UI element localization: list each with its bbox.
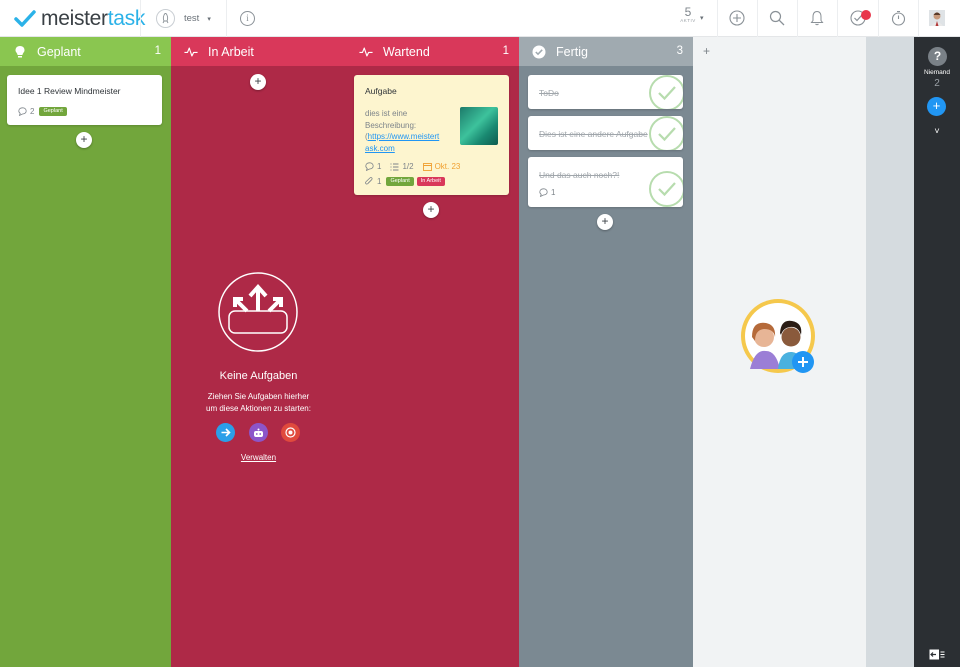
- manage-link[interactable]: Verwalten: [171, 452, 346, 464]
- forward-arrow-icon[interactable]: [216, 423, 235, 442]
- column-count: 3: [676, 45, 683, 57]
- column-wartend: Wartend 1 Aufgabe dies ist eine Beschrei…: [346, 37, 519, 667]
- add-task-button[interactable]: +: [423, 202, 439, 218]
- right-sidebar: ? Niemand 2 + ˅: [914, 37, 960, 667]
- team-illustration: [741, 299, 815, 373]
- comment-icon: [18, 107, 27, 116]
- add-task-button[interactable]: +: [76, 132, 92, 148]
- task-title: Aufgabe: [365, 86, 397, 96]
- caret-down-icon[interactable]: ▾: [700, 14, 704, 22]
- export-arrows-icon: [218, 272, 298, 352]
- caret-down-icon: ▾: [207, 15, 211, 23]
- column-geplant: Geplant 1 Idee 1 Review Mindmeister 2 Ge…: [0, 37, 171, 667]
- tag-geplant: Geplant: [386, 177, 414, 186]
- add-column-button[interactable]: +: [703, 44, 710, 58]
- column-header-geplant[interactable]: Geplant 1: [0, 37, 171, 66]
- search-icon[interactable]: [767, 8, 787, 28]
- info-icon[interactable]: i: [240, 11, 255, 26]
- target-icon[interactable]: [281, 423, 300, 442]
- collapse-sidebar-icon[interactable]: [929, 649, 947, 660]
- top-bar: meistertask test ▾ i 5 AKTIV ▾: [0, 0, 960, 37]
- column-in-arbeit: In Arbeit + Keine Aufgaben Ziehen Sie Au…: [171, 37, 346, 667]
- task-title: Dies ist eine andere Aufgabe: [539, 129, 648, 139]
- task-card[interactable]: ToDo: [528, 75, 683, 109]
- done-check-icon: [649, 116, 683, 150]
- checkmark-logo-icon: [14, 10, 36, 27]
- bell-icon[interactable]: [807, 8, 827, 28]
- column-title: Wartend: [383, 44, 430, 59]
- tag-geplant: Geplant: [39, 107, 67, 116]
- active-users-counter[interactable]: 5 AKTIV: [678, 6, 698, 23]
- done-check-icon: [649, 75, 683, 109]
- due-date: Okt. 23: [434, 162, 461, 171]
- column-header-wartend[interactable]: Wartend 1: [346, 37, 519, 66]
- project-rocket-icon: [156, 9, 175, 28]
- expand-icon[interactable]: ˅: [914, 126, 960, 136]
- check-circle-icon: [532, 45, 546, 59]
- column-count: 1: [502, 45, 509, 57]
- comment-count: 1: [377, 162, 382, 171]
- empty-state-line1: Ziehen Sie Aufgaben hierher: [207, 392, 310, 401]
- avatar[interactable]: [927, 8, 947, 28]
- checklist-icon: [390, 163, 399, 170]
- board-gutter: [866, 37, 914, 667]
- description-link[interactable]: https://www.meistert: [368, 132, 440, 141]
- add-task-button[interactable]: +: [250, 74, 266, 90]
- column-title: Fertig: [556, 44, 588, 59]
- column-title: In Arbeit: [208, 44, 254, 59]
- task-title: Idee 1 Review Mindmeister: [18, 86, 121, 96]
- column-fertig: Fertig 3 ToDo Dies ist eine andere Aufga…: [519, 37, 693, 667]
- add-task-button[interactable]: +: [597, 214, 613, 230]
- task-image-thumbnail[interactable]: [460, 107, 498, 145]
- task-description: dies ist eine Beschreibung: (https://www…: [365, 108, 460, 154]
- task-title: Und das auch noch?!: [539, 170, 620, 180]
- comment-count: 2: [30, 107, 35, 116]
- logo-text: meistertask: [41, 7, 146, 30]
- column-count: 1: [154, 45, 161, 57]
- attachment-icon: [365, 177, 373, 185]
- done-check-icon: [649, 171, 683, 207]
- task-title: ToDo: [539, 88, 559, 98]
- column-title: Geplant: [37, 44, 81, 59]
- attachment-count: 1: [377, 177, 382, 186]
- pulse-icon: [359, 45, 373, 59]
- description-link-cont[interactable]: ask.com: [365, 143, 460, 155]
- empty-state-line2: um diese Aktionen zu starten:: [206, 404, 311, 413]
- add-column-area: +: [693, 37, 866, 667]
- task-card[interactable]: Aufgabe dies ist eine Beschreibung: (htt…: [354, 75, 509, 195]
- logo[interactable]: meistertask: [14, 7, 146, 30]
- help-icon[interactable]: ?: [928, 47, 947, 66]
- empty-state-title: Keine Aufgaben: [219, 370, 298, 382]
- comment-icon: [539, 188, 548, 197]
- column-header-fertig[interactable]: Fertig 3: [519, 37, 693, 66]
- tag-in-arbeit: In Arbeit: [416, 177, 445, 186]
- comment-icon: [365, 162, 374, 171]
- assignee-count: 2: [934, 78, 940, 89]
- comment-count: 1: [551, 188, 556, 197]
- task-card[interactable]: Und das auch noch?! 1: [528, 157, 683, 207]
- add-icon[interactable]: [727, 8, 747, 28]
- project-selector[interactable]: test ▾: [156, 9, 211, 28]
- notification-badge: [861, 10, 871, 20]
- assignee-filter-label: Niemand: [923, 69, 950, 76]
- task-card[interactable]: Idee 1 Review Mindmeister 2 Geplant: [7, 75, 162, 125]
- project-name: test: [184, 13, 200, 24]
- lightbulb-icon: [13, 45, 27, 59]
- pulse-icon: [184, 45, 198, 59]
- robot-icon[interactable]: [249, 423, 268, 442]
- calendar-icon: [422, 163, 432, 171]
- checklist-count: 1/2: [402, 162, 414, 171]
- add-member-button[interactable]: +: [927, 97, 946, 116]
- stopwatch-icon[interactable]: [888, 8, 908, 28]
- column-header-in-arbeit[interactable]: In Arbeit: [171, 37, 346, 66]
- task-card[interactable]: Dies ist eine andere Aufgabe: [528, 116, 683, 150]
